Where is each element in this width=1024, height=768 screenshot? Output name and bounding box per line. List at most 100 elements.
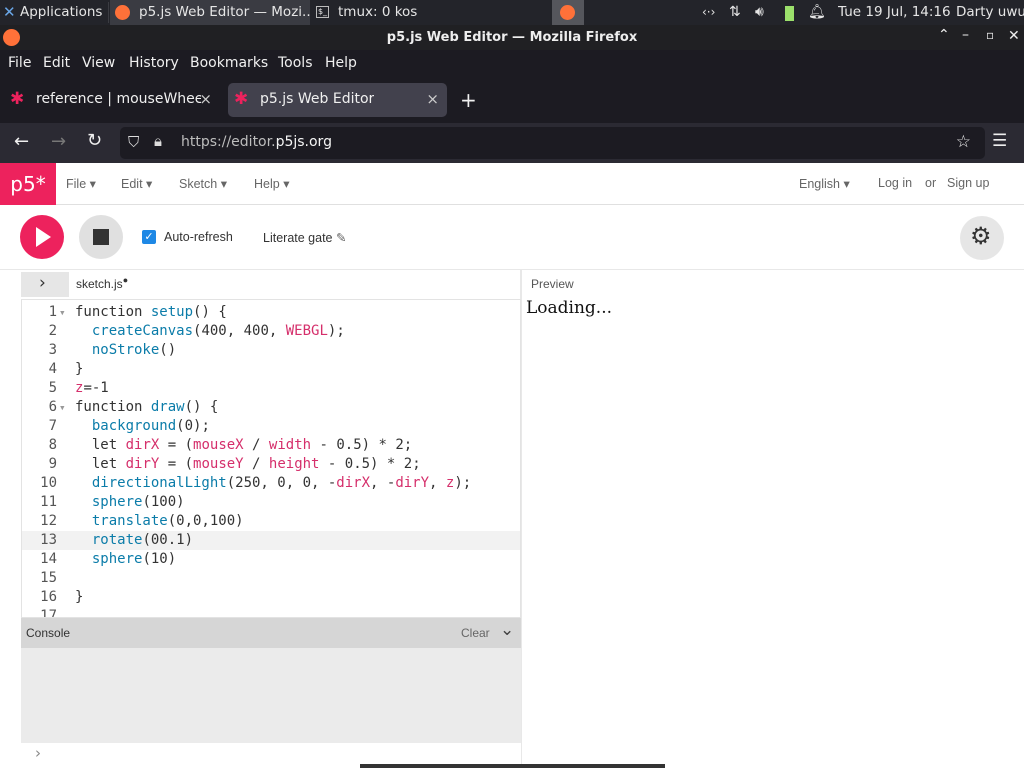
line-number: 9 [48, 456, 57, 472]
minimize-icon[interactable]: – [962, 27, 969, 43]
url-text[interactable]: https://editor.p5js.org [181, 134, 332, 150]
code-line[interactable]: 13 rotate(00.1) [22, 531, 520, 550]
code-line[interactable]: 11 sphere(100) [22, 493, 520, 512]
close-icon[interactable]: ✕ [1008, 28, 1020, 44]
code-line[interactable]: 16} [22, 588, 520, 607]
chevron-down-icon: ▾ [220, 177, 227, 191]
code-line[interactable]: 10 directionalLight(250, 0, 0, -dirX, -d… [22, 474, 520, 493]
line-number: 14 [40, 551, 57, 567]
tab-p5-editor[interactable]: ✱ p5.js Web Editor × [228, 83, 447, 117]
chevron-down-icon[interactable]: ⌄ [500, 620, 514, 640]
p5-menu-help[interactable]: Help ▾ [254, 176, 289, 191]
preview-loading-text: Loading... [526, 298, 613, 318]
code-text: noStroke() [91, 342, 177, 358]
menu-file[interactable]: File [8, 55, 31, 71]
p5-logo[interactable]: p5* [0, 163, 56, 205]
code-line[interactable]: 9 let dirY = (mouseY / height - 0.5) * 2… [22, 455, 520, 474]
taskbar-window-firefox[interactable]: p5.js Web Editor — Mozi... [110, 0, 310, 25]
login-link[interactable]: Log in [878, 176, 912, 190]
code-line[interactable]: 4} [22, 360, 520, 379]
volume-icon[interactable]: 🔊︎ [755, 0, 764, 25]
autorefresh-checkbox[interactable]: ✓ [142, 230, 156, 244]
code-line[interactable]: 7 background(0); [22, 417, 520, 436]
tab-close-icon[interactable]: × [426, 90, 439, 108]
menu-help[interactable]: Help [325, 55, 357, 71]
chevron-down-icon: ▾ [89, 177, 96, 191]
horizontal-scrollbar[interactable] [360, 764, 665, 768]
language-selector[interactable]: English ▾ [799, 176, 850, 191]
bookmark-star-icon[interactable]: ☆ [956, 132, 971, 152]
play-button[interactable] [20, 215, 64, 259]
code-editor[interactable]: 1 ▾ function setup() {2 createCanvas(400, … [21, 299, 521, 618]
lock-icon[interactable]: 🔒︎ [154, 132, 162, 150]
line-number: 15 [40, 570, 57, 586]
battery-icon[interactable] [785, 6, 794, 21]
menu-tools[interactable]: Tools [278, 55, 313, 71]
stop-icon [93, 229, 109, 245]
code-line[interactable]: 6 ▾ function draw() { [22, 398, 520, 417]
forward-arrow-icon[interactable]: → [51, 131, 66, 152]
code-line[interactable]: 1 ▾ function setup() { [22, 303, 520, 322]
notification-bell-icon[interactable]: 🔔︎ [808, 0, 826, 25]
or-text: or [925, 176, 937, 190]
code-text: createCanvas(400, 400, WEBGL); [91, 323, 345, 339]
preview-label: Preview [531, 277, 574, 291]
xfce-logo-icon[interactable]: ✕ [3, 0, 16, 25]
code-text: z=-1 [75, 380, 109, 396]
console-clear-button[interactable]: Clear [461, 626, 490, 640]
code-line[interactable]: 12 translate(0,0,100) [22, 512, 520, 531]
menu-view[interactable]: View [82, 55, 115, 71]
settings-button[interactable]: ⚙ [960, 216, 1004, 260]
p5-menu-edit[interactable]: Edit ▾ [121, 176, 152, 191]
line-number: 1 [48, 304, 57, 320]
code-text: function setup() { [75, 304, 227, 320]
tab-reference[interactable]: ✱ reference | mouseWheel() × [4, 83, 220, 117]
chevron-down-icon: ▾ [283, 177, 290, 191]
p5-menu-sketch[interactable]: Sketch ▾ [179, 176, 227, 191]
code-line[interactable]: 14 sphere(10) [22, 550, 520, 569]
menu-edit[interactable]: Edit [43, 55, 70, 71]
p5-menu-file[interactable]: File ▾ [66, 176, 96, 191]
stop-button[interactable] [79, 215, 123, 259]
code-text: rotate(00.1) [91, 532, 194, 548]
code-line[interactable]: 3 noStroke() [22, 341, 520, 360]
reload-icon[interactable]: ↻ [87, 130, 102, 151]
applications-menu[interactable]: Applications [20, 0, 106, 25]
fold-arrow-icon[interactable]: ▾ [59, 303, 66, 322]
new-tab-button[interactable]: + [460, 88, 477, 112]
line-number: 3 [48, 342, 57, 358]
sidebar-toggle-button[interactable]: › [21, 272, 69, 297]
console-prompt-icon: › [35, 744, 41, 762]
window-titlebar: p5.js Web Editor — Mozilla Firefox ⌃ – ▫… [0, 25, 1024, 50]
chevron-down-icon: ▾ [843, 177, 850, 191]
url-bar[interactable]: ⛉ 🔒︎ https://editor.p5js.org ☆ [120, 127, 985, 159]
code-line[interactable]: 8 let dirX = (mouseX / width - 0.5) * 2; [22, 436, 520, 455]
clock[interactable]: Tue 19 Jul, 14:16 [838, 0, 951, 25]
tab-close-icon[interactable]: × [199, 90, 212, 108]
shield-icon[interactable]: ⛉ [128, 133, 139, 151]
workspace-button[interactable] [552, 0, 584, 25]
code-line[interactable]: 5 z=-1 [22, 379, 520, 398]
system-taskbar: ✕ Applications p5.js Web Editor — Mozi..… [0, 0, 1024, 25]
code-line[interactable]: 2 createCanvas(400, 400, WEBGL); [22, 322, 520, 341]
maximize-icon[interactable]: ▫ [986, 28, 994, 42]
line-number: 16 [40, 589, 57, 605]
back-arrow-icon[interactable]: ← [14, 131, 29, 152]
code-text: function draw() { [75, 399, 219, 415]
transfer-icon[interactable]: ⇅ [729, 0, 741, 25]
hamburger-menu-icon[interactable]: ☰ [992, 131, 1007, 151]
code-line[interactable]: 15 [22, 569, 520, 588]
menu-history[interactable]: History [129, 55, 179, 71]
signup-link[interactable]: Sign up [947, 176, 989, 190]
fold-arrow-icon[interactable]: ▾ [59, 398, 66, 417]
p5-nav: p5* File ▾ Edit ▾ Sketch ▾ Help ▾ Englis… [0, 163, 1024, 205]
sketch-name[interactable]: Literate gate ✎ [263, 230, 346, 245]
code-text: sphere(100) [91, 494, 185, 510]
network-icon[interactable]: ‹·› [702, 0, 715, 25]
code-line[interactable]: 17 [22, 607, 520, 617]
user-name[interactable]: Darty uwu [956, 0, 1024, 25]
chevron-up-icon[interactable]: ⌃ [938, 27, 950, 43]
menu-bookmarks[interactable]: Bookmarks [190, 55, 268, 71]
file-tab[interactable]: sketch.js● [76, 275, 128, 291]
taskbar-window-tmux[interactable]: $_ tmux: 0 kos [312, 0, 507, 25]
